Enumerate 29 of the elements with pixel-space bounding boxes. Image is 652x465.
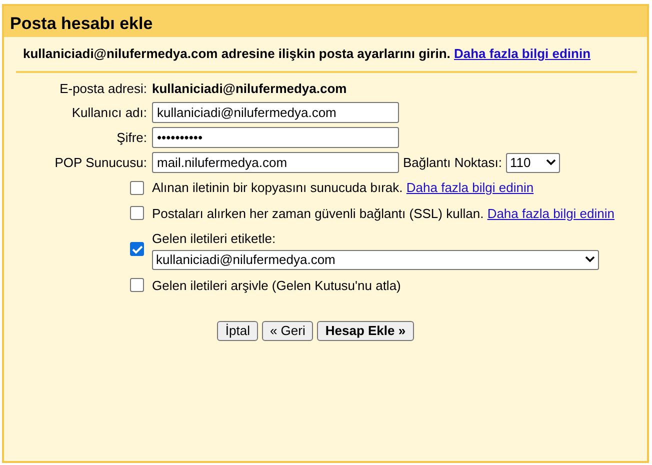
checkbox[interactable] <box>130 278 144 292</box>
input-field[interactable]: mail.nilufermedya.com <box>152 152 399 173</box>
caret-icon <box>585 256 595 263</box>
option-label: Gelen iletileri etiketle: <box>152 231 276 246</box>
option-label: Alınan iletinin bir kopyasını sunucuda bırak. <box>152 180 403 195</box>
caret-icon <box>546 159 556 166</box>
option-label: Gelen iletileri arşivle (Gelen Kutusu'nu atla) <box>152 278 401 292</box>
learn-more-link[interactable]: Daha fazla bilgi edinin <box>406 180 534 195</box>
port-label: Bağlantı Noktası: <box>403 154 502 172</box>
checkbox[interactable] <box>130 206 144 220</box>
email-address: kullaniciadi@nilufermedya.com <box>152 80 347 98</box>
dialog-button[interactable]: İptal <box>217 321 258 341</box>
field-label: E-posta adresi: <box>58 80 147 98</box>
dialog-button[interactable]: Hesap Ekle » <box>317 321 414 341</box>
intro-text: kullaniciadi@nilufermedya.com adresine ilişkin posta ayarlarını girin. <box>23 46 450 61</box>
port-select[interactable]: 110 <box>506 152 560 172</box>
input-field[interactable]: kullaniciadi@nilufermedya.com <box>152 102 399 123</box>
checkbox[interactable] <box>130 180 144 195</box>
field-label: Kullanıcı adı: <box>70 104 147 122</box>
option-label: Postaları alırken her zaman güvenli bağlantı (SSL) kullan. <box>152 206 484 220</box>
learn-more-link[interactable]: Daha fazla bilgi edinin <box>454 46 591 61</box>
label-select[interactable]: kullaniciadi@nilufermedya.com <box>152 250 599 270</box>
input-field[interactable]: •••••••••• <box>152 127 399 148</box>
dialog-button[interactable]: « Geri <box>262 321 314 341</box>
checkbox[interactable] <box>130 242 144 256</box>
dialog-title: Posta hesabı ekle <box>4 6 647 37</box>
field-label: Şifre: <box>116 128 147 147</box>
learn-more-link[interactable]: Daha fazla bilgi edinin <box>487 206 615 220</box>
field-label: POP Sunucusu: <box>54 154 147 172</box>
